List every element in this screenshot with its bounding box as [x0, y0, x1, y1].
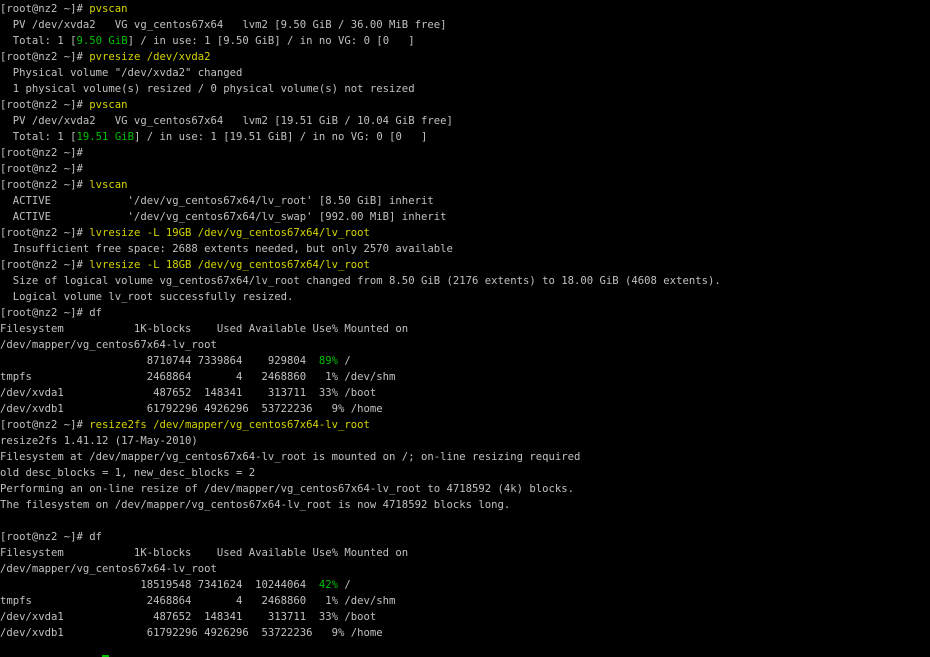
terminal-line: /dev/xvdb1 61792296 4926296 53722236 9% …: [0, 625, 930, 641]
terminal-line: resize2fs 1.41.12 (17-May-2010): [0, 433, 930, 449]
terminal-line: /dev/mapper/vg_centos67x64-lv_root: [0, 561, 930, 577]
output-text: [root@nz2 ~]#: [0, 51, 90, 63]
terminal-line: Logical volume lv_root successfully resi…: [0, 289, 930, 305]
command-text: pvscan: [89, 99, 128, 111]
terminal-line: [root@nz2 ~]# resize2fs /dev/mapper/vg_c…: [0, 417, 930, 433]
output-text: /: [338, 579, 351, 591]
output-text: resize2fs 1.41.12 (17-May-2010): [0, 435, 198, 447]
highlight-text: 9.50 GiB: [76, 35, 128, 47]
highlight-text: 42%: [318, 579, 339, 591]
output-text: [root@nz2 ~]#: [0, 99, 90, 111]
terminal-line: ACTIVE '/dev/vg_centos67x64/lv_root' [8.…: [0, 193, 930, 209]
output-text: [root@nz2 ~]#: [0, 3, 90, 15]
terminal-line: Filesystem 1K-blocks Used Available Use%…: [0, 545, 930, 561]
terminal-line: Performing an on-line resize of /dev/map…: [0, 481, 930, 497]
terminal-line: /dev/xvda1 487652 148341 313711 33% /boo…: [0, 385, 930, 401]
terminal-line: [root@nz2 ~]# lvresize -L 18GB /dev/vg_c…: [0, 257, 930, 273]
terminal-line: Filesystem 1K-blocks Used Available Use%…: [0, 321, 930, 337]
terminal-line: [root@nz2 ~]# df: [0, 305, 930, 321]
output-text: Filesystem at /dev/mapper/vg_centos67x64…: [0, 451, 581, 463]
output-text: tmpfs 2468864 4 2468860 1% /dev/shm: [0, 595, 396, 607]
terminal-line: PV /dev/xvda2 VG vg_centos67x64 lvm2 [9.…: [0, 17, 930, 33]
output-text: /dev/xvdb1 61792296 4926296 53722236 9% …: [0, 627, 383, 639]
terminal-line: Size of logical volume vg_centos67x64/lv…: [0, 273, 930, 289]
command-text: lvresize -L 19GB /dev/vg_centos67x64/lv_…: [89, 227, 370, 239]
output-text: 8710744 7339864 929804: [0, 355, 319, 367]
output-text: /dev/mapper/vg_centos67x64-lv_root: [0, 339, 217, 351]
highlight-text: 89%: [318, 355, 339, 367]
output-text: [root@nz2 ~]#: [0, 163, 83, 175]
command-text: pvscan: [89, 3, 128, 15]
terminal-line: [root@nz2 ~]# pvscan: [0, 97, 930, 113]
terminal-line: old desc_blocks = 1, new_desc_blocks = 2: [0, 465, 930, 481]
output-text: The filesystem on /dev/mapper/vg_centos6…: [0, 499, 511, 511]
output-text: [root@nz2 ~]# df: [0, 307, 103, 319]
output-text: /dev/mapper/vg_centos67x64-lv_root: [0, 563, 217, 575]
terminal-line: Total: 1 [19.51 GiB] / in use: 1 [19.51 …: [0, 129, 930, 145]
terminal-line: The filesystem on /dev/mapper/vg_centos6…: [0, 497, 930, 513]
output-text: Size of logical volume vg_centos67x64/lv…: [0, 275, 721, 287]
output-text: 18519548 7341624 10244064: [0, 579, 319, 591]
output-text: Total: 1 [: [0, 35, 77, 47]
terminal-line: Filesystem at /dev/mapper/vg_centos67x64…: [0, 449, 930, 465]
terminal-line: PV /dev/xvda2 VG vg_centos67x64 lvm2 [19…: [0, 113, 930, 129]
terminal-line: [root@nz2 ~]# df: [0, 529, 930, 545]
terminal-line: Total: 1 [9.50 GiB] / in use: 1 [9.50 Gi…: [0, 33, 930, 49]
terminal-line: [root@nz2 ~]# pvscan: [0, 1, 930, 17]
output-text: Performing an on-line resize of /dev/map…: [0, 483, 575, 495]
terminal-line: /dev/xvda1 487652 148341 313711 33% /boo…: [0, 609, 930, 625]
highlight-text: 19.51 GiB: [76, 131, 134, 143]
output-text: tmpfs 2468864 4 2468860 1% /dev/shm: [0, 371, 396, 383]
output-text: [root@nz2 ~]# df: [0, 531, 103, 543]
output-text: /dev/xvda1 487652 148341 313711 33% /boo…: [0, 611, 377, 623]
output-text: ACTIVE '/dev/vg_centos67x64/lv_swap' [99…: [0, 211, 447, 223]
command-text: pvresize /dev/xvda2: [89, 51, 211, 63]
terminal-window[interactable]: [root@nz2 ~]# pvscan PV /dev/xvda2 VG vg…: [0, 0, 930, 657]
terminal-line: tmpfs 2468864 4 2468860 1% /dev/shm: [0, 593, 930, 609]
terminal-line: 18519548 7341624 10244064 42% /: [0, 577, 930, 593]
cursor-line: [0, 641, 930, 657]
terminal-line: 1 physical volume(s) resized / 0 physica…: [0, 81, 930, 97]
output-text: [root@nz2 ~]#: [0, 147, 83, 159]
output-text: old desc_blocks = 1, new_desc_blocks = 2: [0, 467, 256, 479]
output-text: Filesystem 1K-blocks Used Available Use%…: [0, 547, 409, 559]
output-text: /dev/xvda1 487652 148341 313711 33% /boo…: [0, 387, 377, 399]
output-text: Physical volume "/dev/xvda2" changed: [0, 67, 243, 79]
terminal-line: /dev/xvdb1 61792296 4926296 53722236 9% …: [0, 401, 930, 417]
terminal-line: /dev/mapper/vg_centos67x64-lv_root: [0, 337, 930, 353]
output-text: [root@nz2 ~]#: [0, 419, 90, 431]
output-text: ] / in use: 1 [9.50 GiB] / in no VG: 0 […: [127, 35, 415, 47]
terminal-line: [root@nz2 ~]# pvresize /dev/xvda2: [0, 49, 930, 65]
output-text: 1 physical volume(s) resized / 0 physica…: [0, 83, 415, 95]
output-text: Insufficient free space: 2688 extents ne…: [0, 243, 453, 255]
terminal-line: [root@nz2 ~]# lvscan: [0, 177, 930, 193]
output-text: ACTIVE '/dev/vg_centos67x64/lv_root' [8.…: [0, 195, 434, 207]
output-text: Total: 1 [: [0, 131, 77, 143]
output-text: PV /dev/xvda2 VG vg_centos67x64 lvm2 [9.…: [0, 19, 447, 31]
output-text: Filesystem 1K-blocks Used Available Use%…: [0, 323, 409, 335]
output-text: [root@nz2 ~]#: [0, 227, 90, 239]
output-text: /: [338, 355, 351, 367]
output-text: Logical volume lv_root successfully resi…: [0, 291, 294, 303]
terminal-line: [root@nz2 ~]# lvresize -L 19GB /dev/vg_c…: [0, 225, 930, 241]
terminal-line: 8710744 7339864 929804 89% /: [0, 353, 930, 369]
terminal-line: [root@nz2 ~]#: [0, 145, 930, 161]
output-text: [root@nz2 ~]#: [0, 179, 90, 191]
output-text: PV /dev/xvda2 VG vg_centos67x64 lvm2 [19…: [0, 115, 453, 127]
terminal-line: Physical volume "/dev/xvda2" changed: [0, 65, 930, 81]
command-text: lvresize -L 18GB /dev/vg_centos67x64/lv_…: [89, 259, 370, 271]
terminal-line: [root@nz2 ~]#: [0, 161, 930, 177]
output-text: ] / in use: 1 [19.51 GiB] / in no VG: 0 …: [133, 131, 428, 143]
terminal-line: ACTIVE '/dev/vg_centos67x64/lv_swap' [99…: [0, 209, 930, 225]
output-text: /dev/xvdb1 61792296 4926296 53722236 9% …: [0, 403, 383, 415]
terminal-line: Insufficient free space: 2688 extents ne…: [0, 241, 930, 257]
terminal-line: tmpfs 2468864 4 2468860 1% /dev/shm: [0, 369, 930, 385]
command-text: lvscan: [89, 179, 128, 191]
command-text: resize2fs /dev/mapper/vg_centos67x64-lv_…: [89, 419, 370, 431]
output-text: [root@nz2 ~]#: [0, 259, 90, 271]
